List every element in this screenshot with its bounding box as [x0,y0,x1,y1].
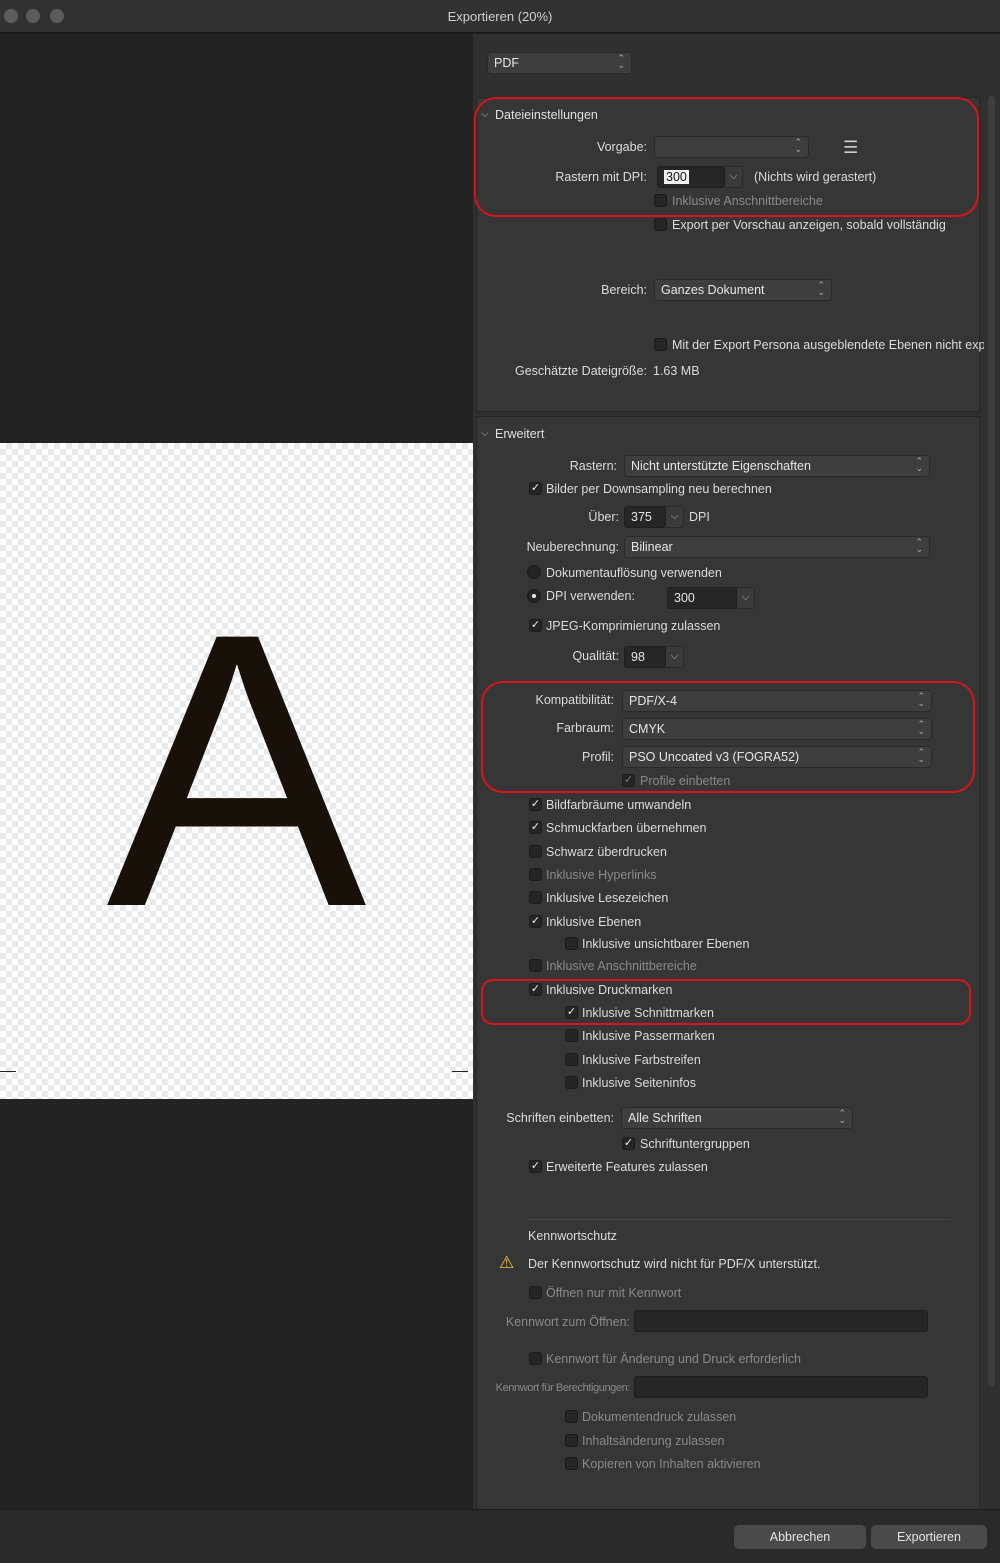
highlight-annotation [474,97,979,217]
over-unit: DPI [689,510,710,524]
overprint-black-checkbox[interactable] [529,845,542,858]
filesize-label: Geschätzte Dateigröße: [514,364,647,378]
embed-fonts-select[interactable]: Alle Schriften ⌃ ⌄ [621,1107,853,1129]
hyperlinks-label: Inklusive Hyperlinks [546,868,657,882]
updown-icon: ⌃ ⌄ [817,280,825,297]
preview-after-export-checkbox[interactable] [654,218,667,231]
hidden-layers-checkbox[interactable] [654,338,667,351]
updown-icon: ⌃ ⌄ [838,1108,846,1125]
allow-changes-checkbox[interactable] [565,1434,578,1447]
page-info-label: Inklusive Seiteninfos [582,1076,696,1090]
bookmarks-checkbox[interactable] [529,891,542,904]
color-bars-label: Inklusive Farbstreifen [582,1053,701,1067]
use-dpi-radio[interactable] [527,589,541,603]
jpeg-checkbox[interactable]: ✓ [529,619,542,632]
over-label: Über: [588,510,619,524]
page-info-checkbox[interactable] [565,1076,578,1089]
layers-label: Inklusive Ebenen [546,915,642,929]
doc-resolution-label: Dokumentauflösung verwenden [546,566,722,580]
registration-marks-checkbox[interactable] [565,1029,578,1042]
chevron-down-icon[interactable]: ⌵ [666,646,684,668]
quality-input[interactable]: 98 [624,646,666,668]
spot-colors-label: Schmuckfarben übernehmen [546,821,707,835]
bleed-label: Inklusive Anschnittbereiche [546,959,697,973]
hidden-layers-label: Mit der Export Persona ausgeblendete Ebe… [672,338,984,352]
require-permissions-checkbox[interactable] [529,1352,542,1365]
doc-resolution-radio[interactable] [527,565,541,579]
require-permissions-label: Kennwort für Änderung und Druck erforder… [546,1352,801,1366]
format-select[interactable]: PDF ⌃ ⌄ [487,52,632,74]
raster-select[interactable]: Nicht unterstützte Eigenschaften ⌃ ⌄ [624,455,930,477]
password-warning: Der Kennwortschutz wird nicht für PDF/X … [528,1257,821,1271]
password-header: Kennwortschutz [528,1229,617,1243]
use-dpi-label: DPI verwenden: [546,589,635,603]
updown-icon: ⌃ ⌄ [915,456,923,473]
font-subsets-label: Schriftuntergruppen [640,1137,750,1151]
overprint-black-label: Schwarz überdrucken [546,845,667,859]
preview-glyph: A [106,552,367,988]
quality-label: Qualität: [572,649,619,663]
over-dpi-input[interactable]: 375 [624,506,666,528]
export-button[interactable]: Exportieren [871,1525,987,1549]
convert-colorspaces-label: Bildfarbräume umwandeln [546,798,692,812]
layers-checkbox[interactable]: ✓ [529,915,542,928]
updown-icon: ⌃ ⌄ [915,537,923,554]
allow-print-label: Dokumentendruck zulassen [582,1410,737,1424]
allow-changes-label: Inhaltsänderung zulassen [582,1434,725,1448]
extended-features-label: Erweiterte Features zulassen [546,1160,708,1174]
divider [527,1219,951,1220]
downsample-checkbox[interactable]: ✓ [529,482,542,495]
bookmarks-label: Inklusive Lesezeichen [546,891,669,905]
jpeg-label: JPEG-Komprimierung zulassen [546,619,721,633]
registration-marks-label: Inklusive Passermarken [582,1029,715,1043]
advanced-header[interactable]: Erweitert [495,427,544,441]
use-dpi-input[interactable]: 300 [667,587,737,609]
allow-copy-label: Kopieren von Inhalten aktivieren [582,1457,761,1471]
open-password-input[interactable] [634,1310,928,1332]
bleed-checkbox[interactable] [529,959,542,972]
permissions-password-label: Kennwort für Berechtigungen: [495,1382,631,1394]
color-bars-checkbox[interactable] [565,1053,578,1066]
spot-colors-checkbox[interactable]: ✓ [529,821,542,834]
hyperlinks-checkbox[interactable] [529,868,542,881]
chevron-down-icon[interactable]: ⌵ [737,587,755,609]
embed-fonts-label: Schriften einbetten: [506,1111,614,1125]
preview-after-export-label: Export per Vorschau anzeigen, sobald vol… [672,218,946,232]
warning-icon: ⚠ [499,1253,515,1272]
convert-colorspaces-checkbox[interactable]: ✓ [529,798,542,811]
allow-print-checkbox[interactable] [565,1410,578,1423]
window-title: Exportieren (20%) [447,9,553,24]
hidden-layers-label: Inklusive unsichtbarer Ebenen [582,937,750,951]
open-with-password-label: Öffnen nur mit Kennwort [546,1286,682,1300]
chevron-down-icon[interactable]: ⌵ [666,506,684,528]
allow-copy-checkbox[interactable] [565,1457,578,1470]
permissions-password-input[interactable] [634,1376,928,1398]
open-password-label: Kennwort zum Öffnen: [505,1315,630,1329]
crop-mark [0,1071,16,1072]
highlight-annotation [481,681,975,793]
updown-icon: ⌃ ⌄ [617,53,625,70]
resample-select[interactable]: Bilinear ⌃ ⌄ [624,536,930,558]
area-select[interactable]: Ganzes Dokument ⌃ ⌄ [654,279,832,301]
chevron-down-icon[interactable]: ⌵ [481,428,489,439]
font-subsets-checkbox[interactable]: ✓ [622,1137,635,1150]
scrollbar[interactable] [988,96,995,1386]
filesize-value: 1.63 MB [653,364,700,378]
downsample-label: Bilder per Downsampling neu berechnen [546,482,772,496]
extended-features-checkbox[interactable]: ✓ [529,1160,542,1173]
area-label: Bereich: [601,283,647,297]
hidden-layers-checkbox[interactable] [565,937,578,950]
highlight-annotation [481,979,971,1025]
crop-mark [452,1071,468,1072]
raster-label: Rastern: [569,459,617,473]
resample-label: Neuberechnung: [526,540,619,554]
cancel-button[interactable]: Abbrechen [734,1525,866,1549]
open-with-password-checkbox[interactable] [529,1286,542,1299]
